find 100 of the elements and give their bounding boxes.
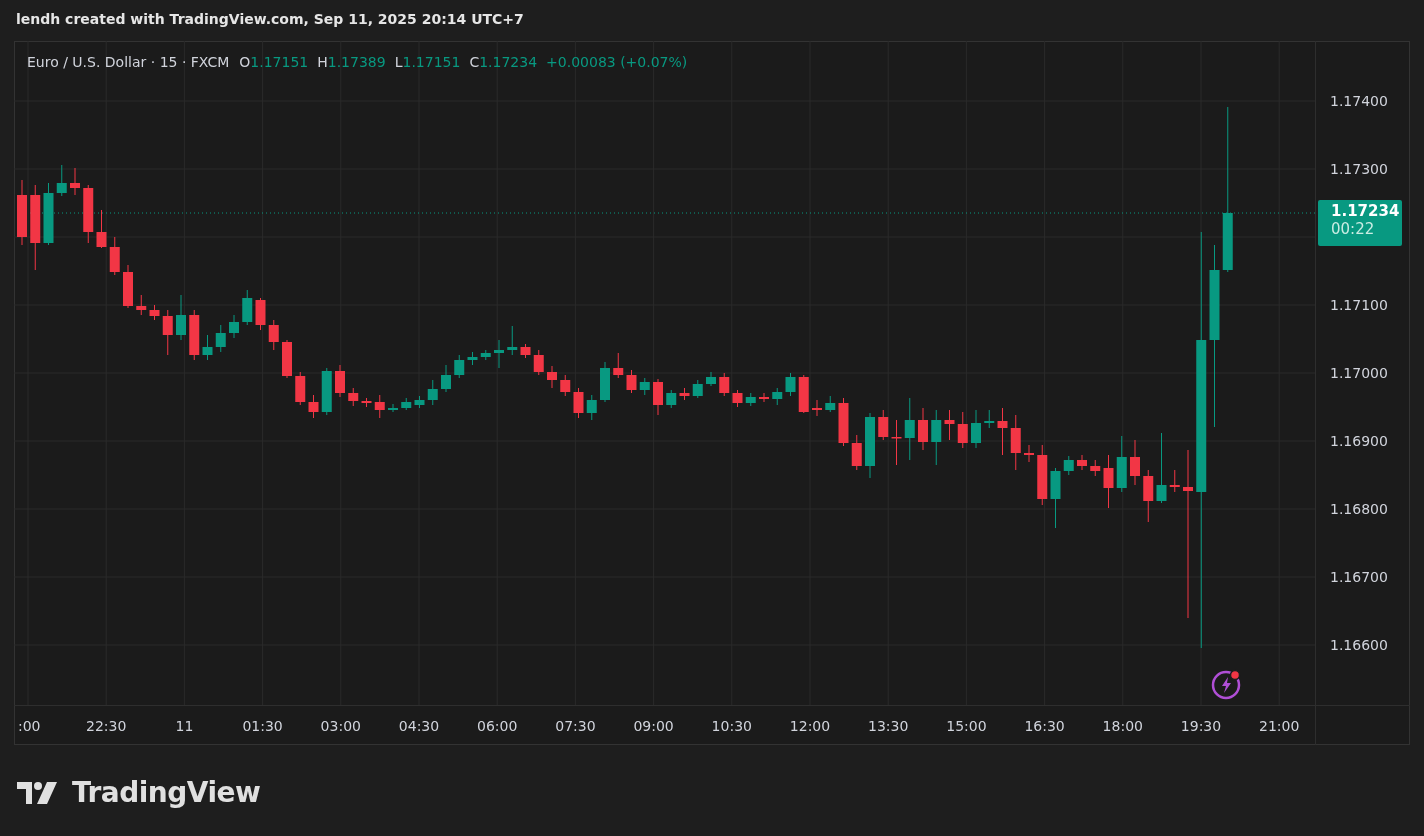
candle xyxy=(56,164,67,197)
candle xyxy=(1050,467,1061,529)
candle xyxy=(1116,435,1127,493)
candle xyxy=(176,294,186,341)
candle xyxy=(984,409,995,429)
candle xyxy=(997,407,1008,456)
candle xyxy=(865,412,875,479)
candle xyxy=(507,325,518,356)
candle xyxy=(149,304,160,321)
time-axis-label: 15:00 xyxy=(946,718,987,734)
candle xyxy=(282,339,292,379)
candle xyxy=(374,394,385,419)
price-axis-label: 1.16900 xyxy=(1330,433,1388,449)
ohlc-value: 1.17234 xyxy=(479,54,538,70)
candle xyxy=(785,372,796,397)
candle xyxy=(1156,432,1167,504)
price-axis-label: 1.17100 xyxy=(1330,297,1388,313)
candle xyxy=(1169,469,1180,493)
ohlc-label: H xyxy=(317,54,328,70)
candle xyxy=(547,365,557,389)
candle xyxy=(812,399,822,417)
time-axis-label: 18:00 xyxy=(1102,718,1143,734)
candle xyxy=(745,392,756,407)
candle xyxy=(666,389,677,409)
candle xyxy=(732,389,743,408)
candle xyxy=(255,297,266,331)
candle xyxy=(1077,454,1087,471)
price-axis-label: 1.16800 xyxy=(1330,501,1388,517)
candle xyxy=(1143,469,1154,523)
candle xyxy=(692,379,703,399)
candle xyxy=(957,411,968,449)
time-axis-label: 06:00 xyxy=(477,718,518,734)
time-axis-label: 01:30 xyxy=(242,718,283,734)
candle xyxy=(427,379,438,406)
candle xyxy=(441,364,451,393)
candle xyxy=(533,349,544,376)
candle xyxy=(918,407,928,451)
price-axis-label: 1.16600 xyxy=(1330,637,1388,653)
candle xyxy=(70,167,80,196)
candle xyxy=(335,364,345,398)
candle xyxy=(1130,439,1140,486)
candle xyxy=(573,387,584,419)
time-axis-label: 09:00 xyxy=(633,718,674,734)
time-axis-label: 04:30 xyxy=(398,718,440,734)
candle xyxy=(388,403,398,413)
candle xyxy=(520,343,531,359)
candle xyxy=(1103,454,1114,509)
candle xyxy=(229,314,239,339)
time-axis-label: 13:30 xyxy=(868,718,909,734)
price-axis-label: 1.17300 xyxy=(1330,161,1388,177)
candle xyxy=(348,387,359,407)
candle xyxy=(679,387,690,401)
candle xyxy=(904,397,915,461)
price-axis-label: 1.17400 xyxy=(1330,93,1388,109)
bar-countdown: 00:22 xyxy=(1331,220,1376,238)
candle xyxy=(706,371,716,387)
candle xyxy=(17,179,27,246)
candle xyxy=(480,349,491,361)
candle xyxy=(295,371,306,406)
candle xyxy=(825,395,836,413)
candle xyxy=(931,409,942,466)
price-axis-label: 1.16700 xyxy=(1330,569,1388,585)
candle xyxy=(971,409,981,449)
candle xyxy=(321,367,332,416)
chart-author-caption: lendh created with TradingView.com, Sep 11, 2025 20:14 UTC+7 xyxy=(15,10,525,29)
time-axis-label: 12:00 xyxy=(789,718,831,734)
ohlc-value: 1.17151 xyxy=(250,54,309,70)
candle xyxy=(798,374,809,414)
candle xyxy=(83,184,94,244)
price-axis-label: 1.17000 xyxy=(1330,365,1388,381)
ohlc-label: O xyxy=(239,54,251,70)
candle xyxy=(772,387,783,406)
candle xyxy=(215,324,226,353)
candle xyxy=(202,334,213,361)
candle xyxy=(162,309,173,356)
candle xyxy=(851,434,862,471)
ohlc-label: C xyxy=(469,54,480,70)
candle xyxy=(467,351,478,366)
candle xyxy=(242,289,253,326)
candle xyxy=(1037,444,1048,506)
ohlc-value: 1.17151 xyxy=(402,54,461,70)
time-axis-label: 10:30 xyxy=(711,718,752,734)
candle xyxy=(96,209,107,249)
time-axis-label: 22:30 xyxy=(86,718,127,734)
time-axis-label: 03:00 xyxy=(320,718,361,734)
candle xyxy=(109,236,120,276)
ohlc-label: L xyxy=(394,54,403,70)
candle xyxy=(653,378,663,416)
candle xyxy=(361,397,372,408)
candle xyxy=(759,392,769,403)
candle xyxy=(43,182,54,246)
candle xyxy=(878,409,889,441)
time-axis-label: :00 xyxy=(18,718,41,734)
candle xyxy=(944,409,955,441)
last-price: 1.17234 xyxy=(1331,202,1401,220)
candle xyxy=(401,397,412,411)
candle xyxy=(123,264,133,309)
candle xyxy=(586,394,597,421)
candle xyxy=(838,397,849,447)
candle xyxy=(1010,414,1021,471)
